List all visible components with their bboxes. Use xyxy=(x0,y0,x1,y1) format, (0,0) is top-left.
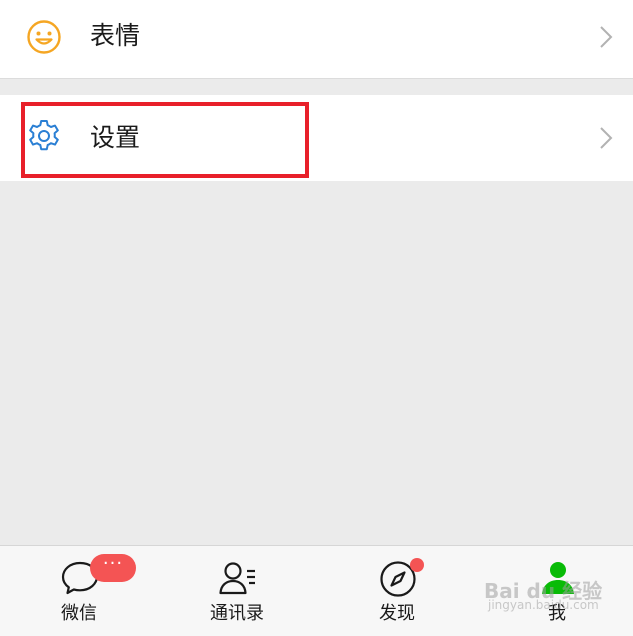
tab-label-contacts: 通讯录 xyxy=(210,603,264,624)
gear-icon xyxy=(29,120,59,151)
new-content-dot xyxy=(410,558,424,572)
chevron-right-icon xyxy=(600,26,613,48)
tab-me[interactable]: 我 xyxy=(478,546,633,636)
list-item-settings[interactable]: 设置 xyxy=(0,95,633,181)
me-screen: 表情 设置 ··· 微信 通讯录 发现 我 Bai du 经验 jingyan.… xyxy=(0,0,633,636)
list-item-emoji[interactable]: 表情 xyxy=(0,0,633,79)
tab-contacts[interactable]: 通讯录 xyxy=(158,546,316,636)
person-icon xyxy=(542,562,574,594)
bottom-tab-bar: ··· 微信 通讯录 发现 我 xyxy=(0,545,633,636)
tab-discover[interactable]: 发现 xyxy=(318,546,476,636)
contacts-icon xyxy=(219,562,255,595)
emoji-label: 表情 xyxy=(90,21,141,50)
tab-label-me: 我 xyxy=(548,603,566,624)
tab-chats[interactable]: ··· 微信 xyxy=(0,546,158,636)
unread-badge: ··· xyxy=(90,554,136,582)
chevron-right-icon xyxy=(600,127,613,149)
tab-label-discover: 发现 xyxy=(379,603,415,624)
tab-label-chats: 微信 xyxy=(61,603,97,624)
settings-label: 设置 xyxy=(90,123,141,152)
smiley-icon xyxy=(27,20,61,54)
